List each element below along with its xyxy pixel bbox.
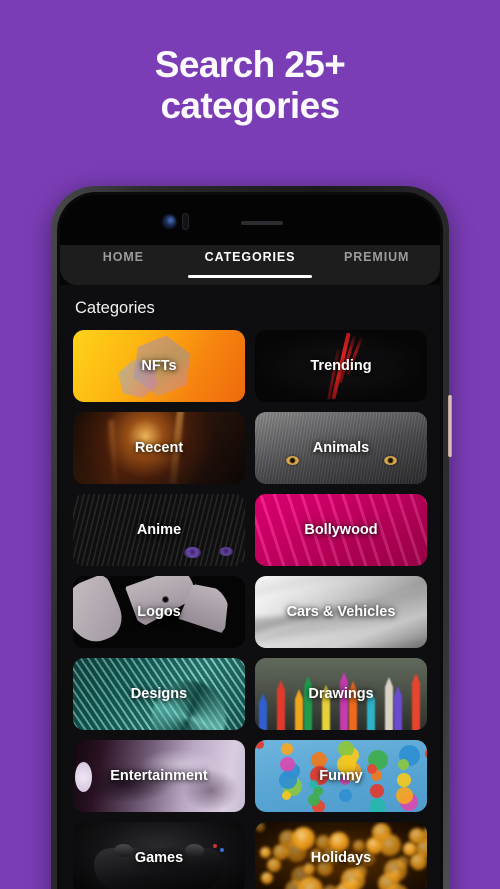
category-thumbnail-bollywood <box>255 494 427 566</box>
tab-home[interactable]: HOME <box>60 245 187 285</box>
category-card-logos[interactable]: Logos <box>73 576 245 648</box>
category-card-games[interactable]: Games <box>73 822 245 889</box>
tab-premium[interactable]: PREMIUM <box>313 245 440 285</box>
category-thumbnail-holidays <box>255 822 427 889</box>
promo-screenshot: Search 25+ categories HOME CATEGORIES PR… <box>0 0 500 889</box>
category-thumbnail-recent <box>73 412 245 484</box>
category-thumbnail-logos <box>73 576 245 648</box>
tab-categories[interactable]: CATEGORIES <box>187 245 314 285</box>
category-thumbnail-funny <box>255 740 427 812</box>
category-thumbnail-designs <box>73 658 245 730</box>
category-thumbnail-games <box>73 822 245 889</box>
category-thumbnail-nfts <box>73 330 245 402</box>
phone-bezel: HOME CATEGORIES PREMIUM Categories NFTs T… <box>57 192 443 889</box>
phone-mockup: HOME CATEGORIES PREMIUM Categories NFTs T… <box>51 186 452 889</box>
active-tab-indicator <box>188 274 312 278</box>
category-card-recent[interactable]: Recent <box>73 412 245 484</box>
proximity-sensor-icon <box>182 213 189 230</box>
category-card-cars-vehicles[interactable]: Cars & Vehicles <box>255 576 427 648</box>
category-thumbnail-drawings <box>255 658 427 730</box>
category-card-bollywood[interactable]: Bollywood <box>255 494 427 566</box>
promo-headline: Search 25+ categories <box>0 44 500 127</box>
promo-headline-line-1: Search 25+ <box>154 44 346 85</box>
category-card-designs[interactable]: Designs <box>73 658 245 730</box>
category-grid: NFTs Trending Recent Animals Anime Bollywood L… <box>73 330 427 889</box>
page-title: Categories <box>75 299 155 317</box>
category-thumbnail-cars <box>255 576 427 648</box>
earpiece-speaker-icon <box>241 221 283 225</box>
category-card-drawings[interactable]: Drawings <box>255 658 427 730</box>
phone-screen: HOME CATEGORIES PREMIUM Categories NFTs T… <box>60 195 440 889</box>
power-button[interactable] <box>448 395 452 457</box>
tab-bar: HOME CATEGORIES PREMIUM <box>60 245 440 285</box>
category-card-anime[interactable]: Anime <box>73 494 245 566</box>
category-card-entertainment[interactable]: Entertainment <box>73 740 245 812</box>
category-thumbnail-entertainment <box>73 740 245 812</box>
category-thumbnail-trending <box>255 330 427 402</box>
device-top-strip <box>60 195 440 245</box>
category-card-animals[interactable]: Animals <box>255 412 427 484</box>
categories-screen: Categories NFTs Trending Recent Animals Anim… <box>60 285 440 889</box>
front-camera-icon <box>163 215 176 228</box>
category-card-funny[interactable]: Funny <box>255 740 427 812</box>
category-thumbnail-anime <box>73 494 245 566</box>
promo-headline-line-2: categories <box>160 85 340 127</box>
category-card-holidays[interactable]: Holidays <box>255 822 427 889</box>
category-card-nfts[interactable]: NFTs <box>73 330 245 402</box>
category-card-trending[interactable]: Trending <box>255 330 427 402</box>
category-thumbnail-animals <box>255 412 427 484</box>
